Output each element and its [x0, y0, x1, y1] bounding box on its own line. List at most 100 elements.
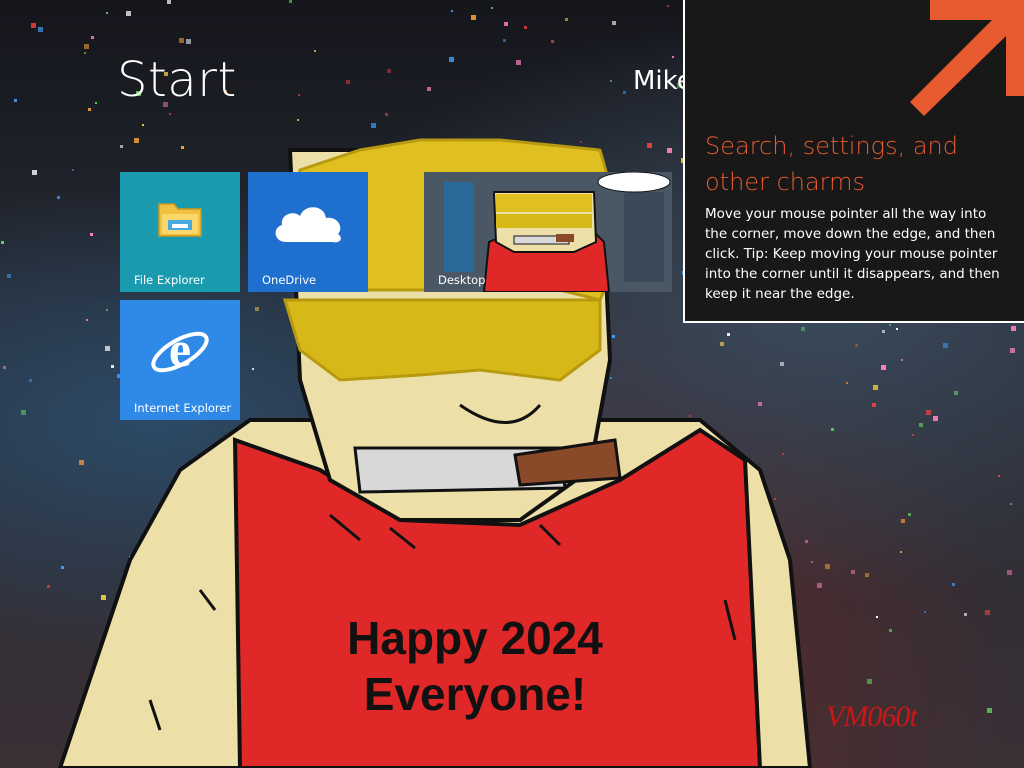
confetti-piece	[127, 606, 132, 611]
confetti-piece	[882, 330, 885, 333]
confetti-piece	[727, 333, 730, 336]
confetti-piece	[817, 583, 822, 588]
confetti-piece	[803, 757, 805, 759]
confetti-piece	[881, 365, 886, 370]
confetti-piece	[598, 504, 601, 507]
confetti-piece	[952, 583, 955, 586]
confetti-piece	[239, 513, 241, 515]
confetti-piece	[61, 566, 64, 569]
confetti-piece	[867, 679, 872, 684]
confetti-piece	[57, 196, 60, 199]
confetti-piece	[357, 149, 360, 152]
confetti-piece	[391, 606, 394, 609]
confetti-piece	[498, 313, 501, 316]
confetti-piece	[207, 473, 209, 475]
confetti-piece	[347, 532, 349, 534]
confetti-piece	[105, 346, 110, 351]
confetti-piece	[106, 12, 108, 14]
confetti-piece	[811, 561, 813, 563]
confetti-piece	[32, 170, 37, 175]
confetti-piece	[865, 573, 869, 577]
confetti-piece	[363, 308, 367, 312]
confetti-piece	[380, 531, 383, 534]
confetti-piece	[256, 596, 259, 599]
confetti-piece	[453, 730, 455, 732]
tile-onedrive[interactable]: OneDrive	[248, 172, 368, 292]
confetti-piece	[136, 553, 140, 557]
confetti-piece	[181, 146, 184, 149]
confetti-piece	[298, 94, 300, 96]
confetti-piece	[95, 102, 97, 104]
confetti-piece	[919, 423, 923, 427]
confetti-piece	[533, 742, 536, 745]
confetti-piece	[831, 428, 834, 431]
confetti-piece	[430, 475, 433, 478]
confetti-piece	[134, 138, 139, 143]
confetti-piece	[84, 44, 89, 49]
confetti-piece	[690, 710, 692, 712]
confetti-piece	[1010, 348, 1015, 353]
confetti-piece	[276, 451, 278, 453]
confetti-piece	[38, 27, 43, 32]
confetti-piece	[618, 504, 620, 506]
confetti-piece	[610, 80, 612, 82]
confetti-piece	[985, 610, 990, 615]
tile-internet-explorer[interactable]: e Internet Explorer	[120, 300, 240, 420]
confetti-piece	[900, 551, 902, 553]
confetti-piece	[248, 615, 250, 617]
confetti-piece	[551, 40, 554, 43]
confetti-piece	[395, 190, 398, 193]
confetti-piece	[361, 502, 365, 506]
confetti-piece	[297, 725, 302, 730]
confetti-piece	[290, 596, 294, 600]
confetti-piece	[503, 39, 506, 42]
confetti-piece	[516, 60, 521, 65]
confetti-piece	[623, 91, 626, 94]
confetti-piece	[234, 479, 239, 484]
confetti-piece	[480, 409, 484, 413]
confetti-piece	[889, 629, 892, 632]
confetti-piece	[126, 11, 131, 16]
confetti-piece	[491, 7, 493, 9]
tile-desktop[interactable]: Desktop	[424, 172, 672, 292]
confetti-piece	[193, 495, 196, 498]
confetti-piece	[471, 15, 476, 20]
confetti-piece	[460, 564, 463, 567]
confetti-piece	[178, 514, 181, 517]
confetti-piece	[186, 39, 191, 44]
confetti-piece	[511, 483, 513, 485]
confetti-piece	[179, 38, 184, 43]
watermark-signature: VM060t	[826, 700, 918, 733]
tile-label: File Explorer	[134, 273, 205, 287]
confetti-piece	[3, 366, 6, 369]
confetti-piece	[610, 377, 612, 379]
confetti-piece	[142, 124, 144, 126]
confetti-piece	[567, 433, 569, 435]
confetti-piece	[229, 595, 233, 599]
tile-label: Internet Explorer	[134, 401, 232, 415]
confetti-piece	[111, 365, 114, 368]
tile-label: OneDrive	[262, 273, 317, 287]
tile-file-explorer[interactable]: File Explorer	[120, 172, 240, 292]
confetti-piece	[72, 169, 74, 171]
confetti-piece	[792, 702, 794, 704]
confetti-piece	[29, 379, 32, 382]
confetti-piece	[449, 57, 454, 62]
confetti-piece	[889, 324, 891, 326]
confetti-piece	[297, 119, 299, 121]
confetti-piece	[801, 327, 805, 331]
confetti-piece	[350, 443, 353, 446]
confetti-piece	[458, 304, 463, 309]
confetti-piece	[722, 449, 724, 451]
confetti-piece	[677, 702, 679, 704]
confetti-piece	[31, 23, 36, 28]
confetti-piece	[169, 113, 171, 115]
confetti-piece	[524, 26, 527, 29]
cloud-icon	[275, 207, 341, 243]
confetti-piece	[727, 481, 729, 483]
confetti-piece	[14, 99, 17, 102]
confetti-piece	[101, 595, 106, 600]
confetti-piece	[157, 540, 161, 544]
confetti-piece	[496, 350, 498, 352]
confetti-piece	[90, 233, 93, 236]
